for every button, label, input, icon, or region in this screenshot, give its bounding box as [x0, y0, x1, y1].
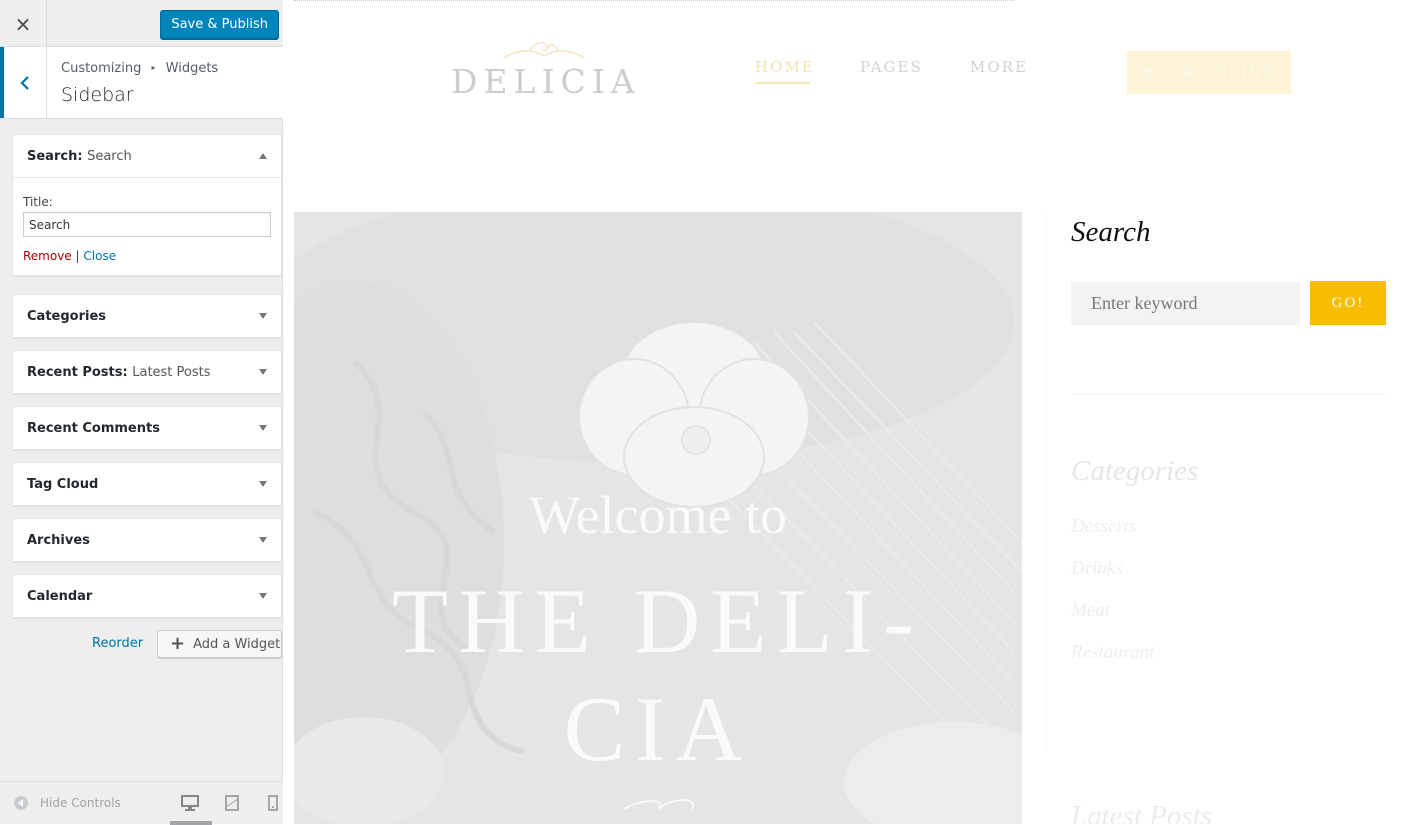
category-link[interactable]: Desserts — [1071, 516, 1136, 538]
widget-calendar[interactable]: Calendar — [12, 574, 282, 618]
widget-search: Search: Search Title: Remove | Close — [12, 134, 282, 276]
nav-home[interactable]: HOME — [755, 58, 815, 76]
reorder-link[interactable]: Reorder — [92, 636, 143, 651]
widget-actions: Reorder + Add a Widget — [0, 630, 283, 659]
plus-icon: + — [170, 633, 186, 654]
widget-subtitle: Search — [87, 148, 132, 164]
collapse-icon — [14, 796, 28, 810]
hero-title-line1: THE DELI- — [392, 570, 924, 672]
hero-welcome-text: Welcome to — [528, 485, 788, 545]
widget-name: Tag Cloud — [27, 476, 99, 492]
expand-arrow-icon[interactable] — [259, 593, 267, 599]
nav-more[interactable]: MORE — [970, 58, 1028, 76]
hide-controls-button[interactable]: Hide Controls — [14, 796, 121, 810]
customizer-panel: × Save & Publish Customizing ▸ Widgets S… — [0, 0, 283, 825]
site-preview: DELICIA HOME PAGES MORE BOOK ONLINE Welc… — [294, 0, 1411, 824]
category-link[interactable]: Meat — [1071, 600, 1110, 622]
expand-arrow-icon[interactable] — [259, 313, 267, 319]
breadcrumb-root: Customizing — [61, 61, 142, 76]
expand-arrow-icon[interactable] — [259, 369, 267, 375]
widget-archives[interactable]: Archives — [12, 518, 282, 562]
widget-content: Title: Remove | Close — [13, 177, 281, 275]
widget-name: Categories — [27, 308, 107, 324]
collapse-arrow-icon[interactable] — [259, 153, 267, 159]
search-go-button[interactable]: GO! — [1310, 281, 1386, 325]
sidebar-divider — [1046, 212, 1047, 752]
category-link[interactable]: Drinks — [1071, 558, 1123, 580]
widget-subtitle: Latest Posts — [132, 364, 211, 380]
sidebar-search-input[interactable]: Enter keyword — [1071, 282, 1300, 325]
expand-arrow-icon[interactable] — [259, 537, 267, 543]
add-widget-label: Add a Widget — [193, 636, 281, 652]
widget-name: Archives — [27, 532, 90, 548]
widget-name: Recent Posts — [27, 364, 123, 380]
site-logo[interactable]: DELICIA — [451, 38, 641, 101]
nav-active-underline — [755, 82, 810, 84]
logo-text: DELICIA — [451, 62, 641, 101]
hero-title-line2: CIA — [563, 678, 753, 780]
widget-name: Search — [27, 148, 78, 164]
widget-name: Calendar — [27, 588, 93, 604]
active-device-indicator — [170, 821, 212, 825]
widget-categories[interactable]: Categories — [12, 294, 282, 338]
nav-pages[interactable]: PAGES — [860, 58, 923, 76]
widget-recent-posts[interactable]: Recent Posts: Latest Posts — [12, 350, 282, 394]
section-header: Customizing ▸ Widgets Sidebar — [0, 47, 283, 119]
logo-flourish-icon — [503, 41, 585, 59]
sidebar-separator — [1071, 394, 1386, 395]
hide-controls-label: Hide Controls — [40, 796, 121, 810]
breadcrumb-section: Widgets — [165, 61, 219, 76]
sidebar-categories-title: Categories — [1071, 455, 1199, 487]
save-publish-button[interactable]: Save & Publish — [160, 10, 279, 39]
widget-tag-cloud[interactable]: Tag Cloud — [12, 462, 282, 506]
desktop-icon[interactable] — [181, 794, 199, 812]
top-border — [294, 0, 1014, 1]
action-divider: | — [75, 249, 80, 263]
book-online-button[interactable]: BOOK ONLINE — [1127, 51, 1291, 94]
breadcrumb-separator: ▸ — [151, 63, 156, 72]
widget-header[interactable]: Search: Search — [13, 135, 281, 177]
customizer-topbar: × Save & Publish — [0, 0, 283, 47]
title-input[interactable] — [23, 212, 271, 237]
widget-name: Recent Comments — [27, 420, 160, 436]
hero-title: THE DELI- CIA — [294, 567, 1022, 783]
mobile-icon[interactable] — [264, 794, 282, 812]
breadcrumb: Customizing ▸ Widgets — [61, 61, 218, 76]
close-link[interactable]: Close — [83, 249, 116, 263]
expand-arrow-icon[interactable] — [259, 481, 267, 487]
back-button[interactable] — [0, 47, 47, 118]
sidebar-latest-posts-title: Latest Posts — [1071, 800, 1212, 824]
widget-recent-comments[interactable]: Recent Comments — [12, 406, 282, 450]
tablet-icon[interactable] — [223, 794, 241, 812]
add-widget-button[interactable]: + Add a Widget — [157, 630, 282, 658]
hero-image: Welcome to THE DELI- CIA — [294, 212, 1022, 824]
customizer-footer: Hide Controls — [0, 781, 283, 825]
remove-link[interactable]: Remove — [23, 249, 72, 263]
close-icon[interactable]: × — [0, 0, 47, 47]
sidebar-search-title: Search — [1071, 216, 1151, 248]
chevron-left-icon — [20, 75, 29, 90]
category-link[interactable]: Restaurant — [1071, 642, 1154, 664]
page-title: Sidebar — [61, 84, 134, 106]
title-label: Title: — [23, 195, 53, 209]
expand-arrow-icon[interactable] — [259, 425, 267, 431]
